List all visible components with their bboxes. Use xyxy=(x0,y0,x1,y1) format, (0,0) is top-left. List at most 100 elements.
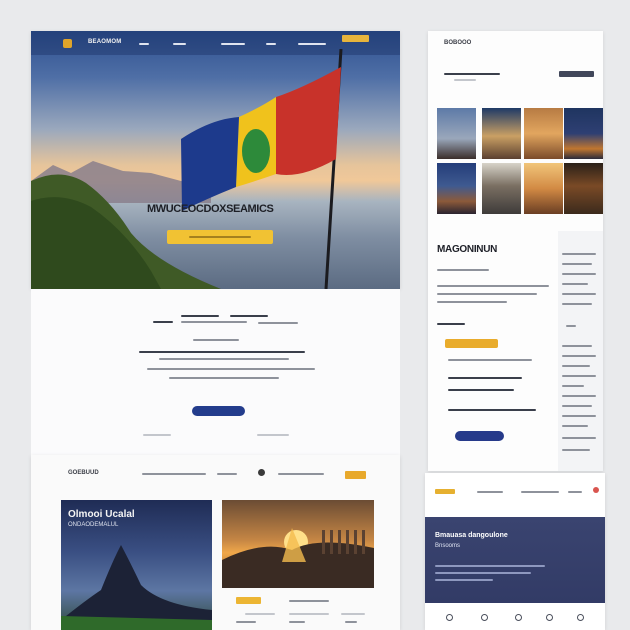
card-tag-button[interactable] xyxy=(236,597,261,604)
gallery-cta-button[interactable] xyxy=(345,471,366,479)
side-col-text xyxy=(562,449,590,451)
side-col-text xyxy=(562,405,592,407)
nav-link-5[interactable] xyxy=(298,43,326,45)
side-col-text xyxy=(562,425,588,427)
side-text xyxy=(448,377,522,379)
side-col-text xyxy=(562,355,596,357)
gallery-thumbnail[interactable] xyxy=(524,163,563,214)
gallery-section: GOEBUUD Olmooi Ucalal ONDAODEMALUL xyxy=(31,455,400,630)
footer-icon[interactable] xyxy=(577,614,584,621)
side-heading: MAGONINUN xyxy=(437,244,498,255)
gallery-thumbnail[interactable] xyxy=(564,108,603,159)
side-text xyxy=(448,389,514,391)
side-col-text xyxy=(562,395,596,397)
side-text xyxy=(437,301,507,303)
side-column xyxy=(558,231,603,471)
side-cta-button[interactable] xyxy=(445,339,498,348)
gallery-nav-link[interactable] xyxy=(278,473,324,475)
mini-nav-link[interactable] xyxy=(477,491,503,493)
sunset-image xyxy=(222,528,374,588)
intro-text xyxy=(193,339,239,341)
gallery-thumbnail[interactable] xyxy=(524,108,563,159)
hero-section: BEAOMOM MWUCEOCDOXSEAMICS xyxy=(31,31,400,289)
mini-text xyxy=(435,565,545,567)
gallery-logo-text[interactable]: GOEBUUD xyxy=(68,470,99,476)
mini-banner: Bmauasa dangoulone Bnsooms xyxy=(425,517,605,603)
card-text xyxy=(341,613,365,615)
card-text xyxy=(345,621,357,623)
footer-icon[interactable] xyxy=(481,614,488,621)
card-text xyxy=(245,613,275,615)
side-text xyxy=(437,293,537,295)
footer-link[interactable] xyxy=(143,434,171,436)
side-col-text xyxy=(562,415,596,417)
nav-cta-button[interactable] xyxy=(342,35,369,42)
side-text xyxy=(437,269,489,271)
side-page: BOBOOO MAGONINUN xyxy=(428,31,603,471)
side-col-text xyxy=(562,253,596,255)
mini-nav-link[interactable] xyxy=(568,491,582,493)
mini-nav-link[interactable] xyxy=(521,491,559,493)
feature-card[interactable]: Olmooi Ucalal ONDAODEMALUL xyxy=(61,500,212,630)
nav-link-4[interactable] xyxy=(266,43,276,45)
close-icon[interactable] xyxy=(593,487,599,493)
card-text xyxy=(236,621,256,623)
mini-text xyxy=(435,579,493,581)
footer-icon[interactable] xyxy=(446,614,453,621)
mini-logo-icon[interactable] xyxy=(435,489,455,494)
side-col-text xyxy=(562,273,596,275)
footer-link[interactable] xyxy=(257,434,289,436)
side-text xyxy=(437,323,465,325)
side-text xyxy=(448,359,532,361)
intro-button[interactable] xyxy=(192,406,245,416)
nav-link-3[interactable] xyxy=(221,43,245,45)
gallery-thumbnail[interactable] xyxy=(482,108,521,159)
side-text xyxy=(448,409,536,411)
card-text xyxy=(289,600,329,602)
hero-cta-button[interactable] xyxy=(167,230,273,244)
mountain-image xyxy=(61,545,212,630)
gallery-thumbnail[interactable] xyxy=(437,163,476,214)
card-text xyxy=(289,621,305,623)
side-col-text xyxy=(562,385,584,387)
nav-link-2[interactable] xyxy=(173,43,186,45)
feature-card[interactable] xyxy=(222,500,374,588)
gallery-thumbnail[interactable] xyxy=(482,163,521,214)
side-col-text xyxy=(562,375,596,377)
side-col-text xyxy=(562,437,596,439)
hero-cta-label xyxy=(189,236,251,238)
footer-icon[interactable] xyxy=(515,614,522,621)
nav-link-1[interactable] xyxy=(139,43,149,45)
footer-icon[interactable] xyxy=(546,614,553,621)
hero-title: MWUCEOCDOXSEAMICS xyxy=(147,203,274,215)
gallery-nav-link[interactable] xyxy=(142,473,206,475)
card-text xyxy=(289,613,329,615)
intro-text xyxy=(258,322,298,324)
mini-text xyxy=(435,572,531,574)
gallery-thumbnail[interactable] xyxy=(564,163,603,214)
side-nav-button[interactable] xyxy=(559,71,594,77)
gallery-nav-link[interactable] xyxy=(217,473,237,475)
mini-page: Bmauasa dangoulone Bnsooms xyxy=(425,473,605,630)
side-col-text xyxy=(562,263,592,265)
user-avatar-icon[interactable] xyxy=(258,469,265,476)
intro-text xyxy=(230,315,268,317)
gallery-thumbnail[interactable] xyxy=(437,108,476,159)
card-title: Olmooi Ucalal xyxy=(68,509,135,520)
mini-subtitle: Bnsooms xyxy=(435,543,461,549)
intro-text xyxy=(153,321,173,323)
intro-section xyxy=(31,289,400,455)
side-col-text xyxy=(562,303,592,305)
card-subtitle: ONDAODEMALUL xyxy=(68,522,119,528)
side-text xyxy=(454,79,476,81)
side-logo-text[interactable]: BOBOOO xyxy=(444,40,471,46)
intro-text xyxy=(169,377,279,379)
side-pill-button[interactable] xyxy=(455,431,504,441)
logo-icon[interactable] xyxy=(63,39,72,48)
side-col-text xyxy=(562,283,588,285)
side-text xyxy=(437,285,549,287)
intro-text xyxy=(181,315,219,317)
side-col-text xyxy=(562,293,596,295)
logo-text[interactable]: BEAOMOM xyxy=(88,39,121,45)
intro-text xyxy=(159,358,289,360)
